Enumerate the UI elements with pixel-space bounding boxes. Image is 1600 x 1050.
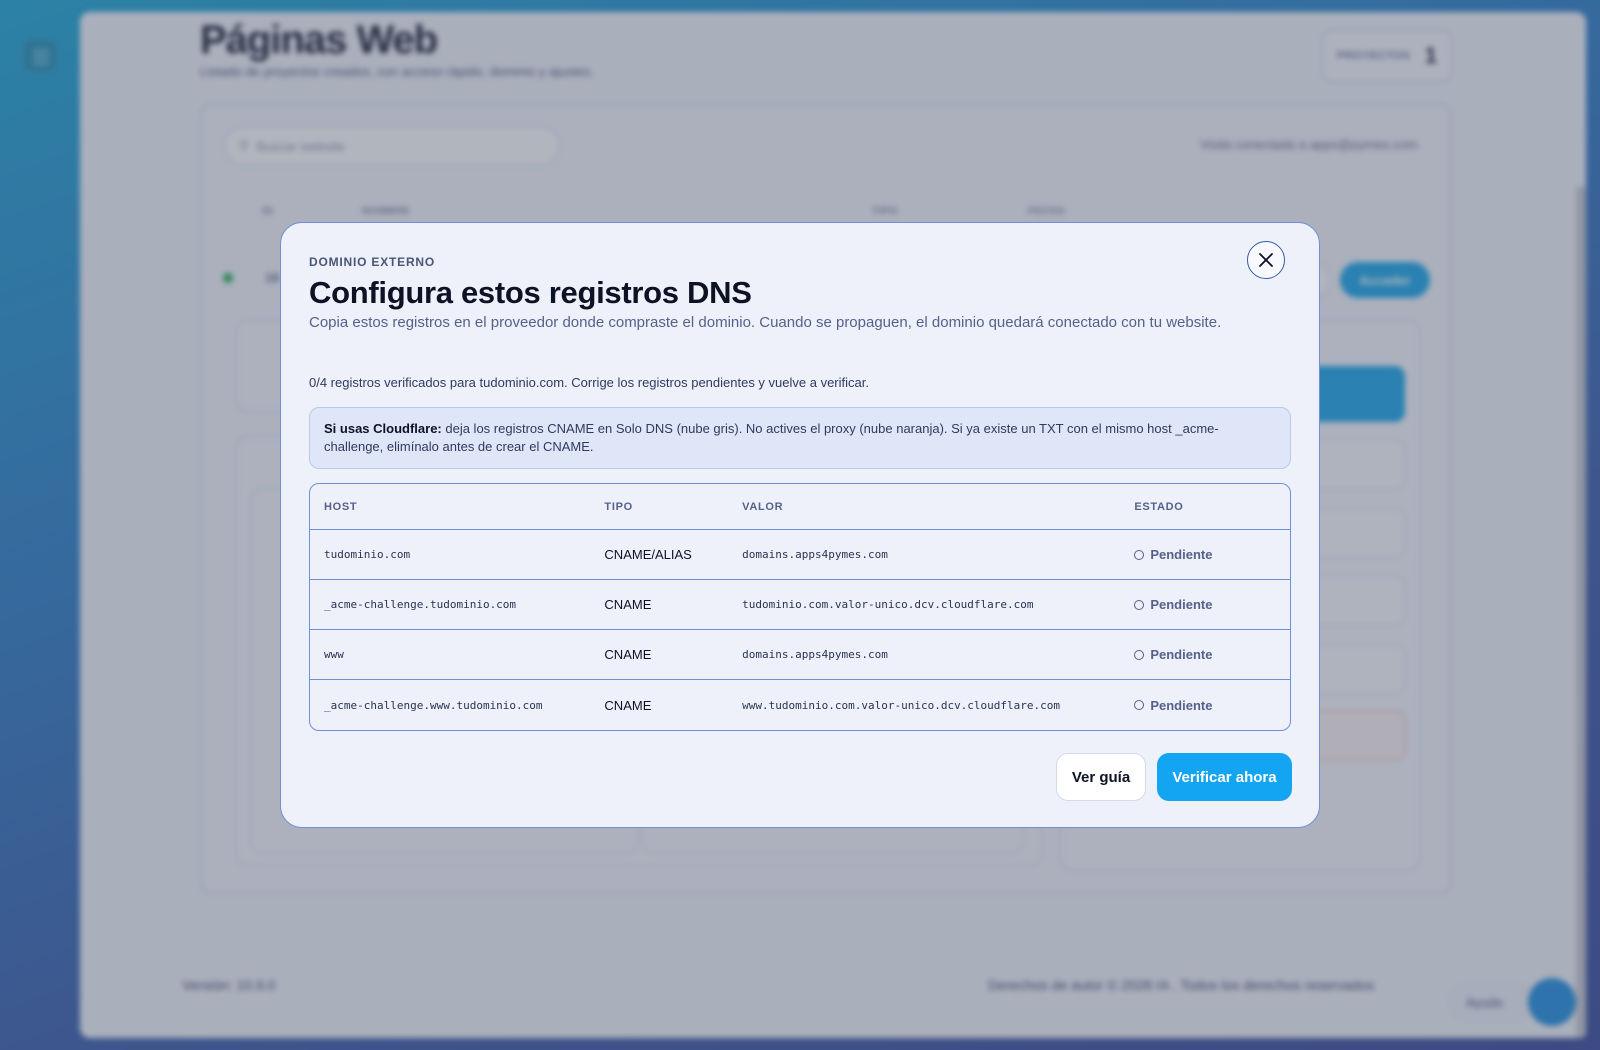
- close-button[interactable]: [1247, 241, 1285, 279]
- modal-eyebrow: DOMINIO EXTERNO: [309, 255, 436, 269]
- header-state: ESTADO: [1134, 500, 1184, 513]
- record-state-label: Pendiente: [1150, 597, 1213, 612]
- note-text: deja los registros CNAME en Solo DNS (nu…: [324, 421, 1219, 454]
- view-guide-button[interactable]: Ver guía: [1056, 753, 1146, 801]
- table-header: HOST TIPO VALOR ESTADO: [310, 484, 1290, 530]
- record-state: Pendiente: [1134, 597, 1290, 612]
- note-title: Si usas Cloudflare:: [324, 421, 442, 436]
- record-type: CNAME: [604, 647, 652, 662]
- dns-config-modal: DOMINIO EXTERNO Configura estos registro…: [280, 222, 1320, 828]
- cloudflare-note: Si usas Cloudflare: deja los registros C…: [309, 407, 1291, 469]
- header-type: TIPO: [604, 500, 633, 513]
- record-host[interactable]: _acme-challenge.tudominio.com: [310, 598, 604, 611]
- record-value[interactable]: tudominio.com.valor-unico.dcv.cloudflare…: [742, 598, 1134, 611]
- table-row: _acme-challenge.www.tudominio.com CNAME …: [310, 680, 1290, 730]
- table-row: www CNAME domains.apps4pymes.com Pendien…: [310, 630, 1290, 680]
- record-state-label: Pendiente: [1150, 647, 1213, 662]
- record-state: Pendiente: [1134, 547, 1290, 562]
- pending-circle-icon: [1134, 549, 1145, 560]
- record-host[interactable]: _acme-challenge.www.tudominio.com: [310, 699, 604, 712]
- record-type: CNAME: [604, 697, 652, 713]
- table-row: _acme-challenge.tudominio.com CNAME tudo…: [310, 580, 1290, 630]
- record-state: Pendiente: [1134, 647, 1290, 662]
- header-host: HOST: [324, 500, 358, 513]
- record-value[interactable]: www.tudominio.com.valor-unico.dcv.cloudf…: [742, 699, 1134, 712]
- record-value[interactable]: domains.apps4pymes.com: [742, 548, 1134, 561]
- modal-title: Configura estos registros DNS: [309, 275, 752, 310]
- record-state-label: Pendiente: [1150, 547, 1213, 562]
- record-type: CNAME/ALIAS: [604, 547, 692, 562]
- pending-circle-icon: [1134, 649, 1145, 660]
- dns-records-table: HOST TIPO VALOR ESTADO tudominio.com CNA…: [309, 483, 1291, 731]
- record-type: CNAME: [604, 597, 652, 612]
- verify-now-button[interactable]: Verificar ahora: [1157, 753, 1292, 801]
- table-row: tudominio.com CNAME/ALIAS domains.apps4p…: [310, 530, 1290, 580]
- modal-description: Copia estos registros en el proveedor do…: [309, 314, 1222, 331]
- pending-circle-icon: [1134, 599, 1145, 610]
- verification-progress: 0/4 registros verificados para tudominio…: [309, 375, 869, 390]
- record-host[interactable]: www: [310, 648, 604, 661]
- record-state-label: Pendiente: [1150, 697, 1213, 713]
- record-value[interactable]: domains.apps4pymes.com: [742, 648, 1134, 661]
- pending-circle-icon: [1134, 700, 1145, 710]
- record-host[interactable]: tudominio.com: [310, 548, 604, 561]
- header-value: VALOR: [742, 500, 784, 513]
- record-state: Pendiente: [1134, 698, 1290, 713]
- close-icon: [1259, 253, 1273, 267]
